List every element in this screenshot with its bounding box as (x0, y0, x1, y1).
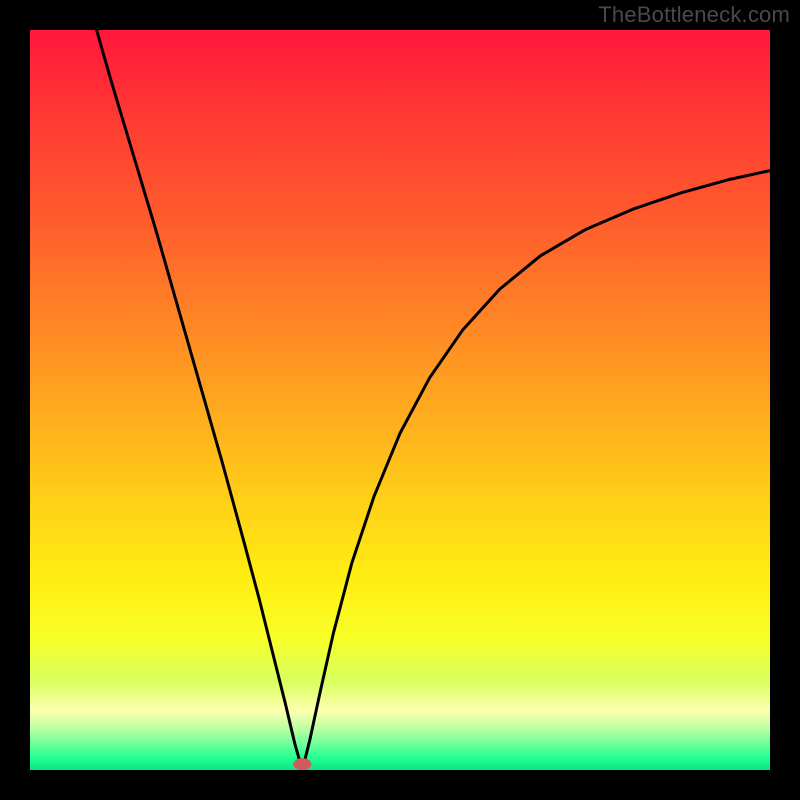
chart-frame: TheBottleneck.com (0, 0, 800, 800)
watermark-text: TheBottleneck.com (598, 2, 790, 28)
notch-marker (293, 758, 311, 770)
bottleneck-chart (0, 0, 800, 800)
plot-background (30, 30, 770, 770)
